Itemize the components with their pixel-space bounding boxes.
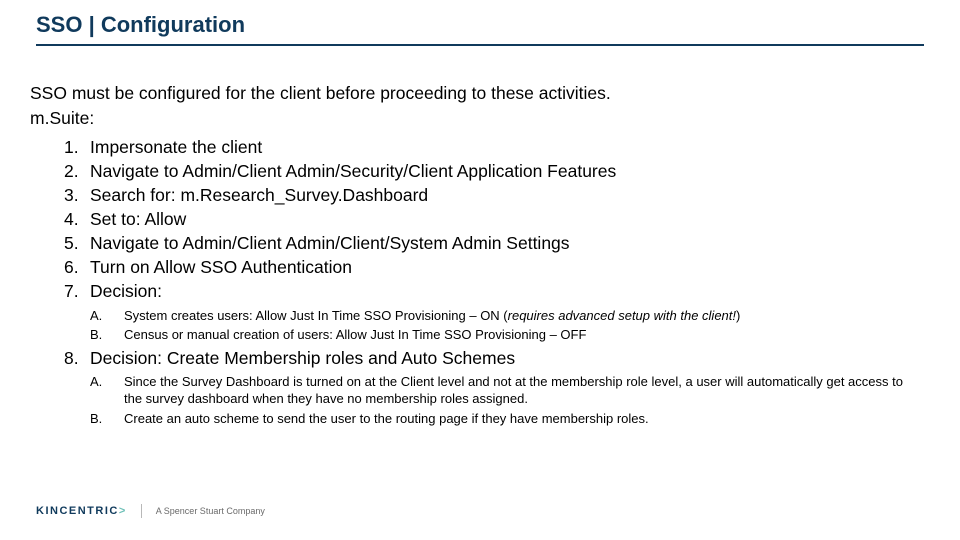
list-item: B. Census or manual creation of users: A… (30, 326, 930, 344)
brand-chevron-icon: > (119, 505, 127, 517)
list-item: A. Since the Survey Dashboard is turned … (30, 373, 930, 408)
footer: KINCENTRIC> A Spencer Stuart Company (36, 504, 265, 518)
sub-list-8: A. Since the Survey Dashboard is turned … (30, 373, 930, 428)
list-item: 7. Decision: (30, 279, 930, 303)
step-text: Search for: m.Research_Survey.Dashboard (90, 183, 930, 207)
substep-marker: B. (30, 410, 124, 428)
step-text: Navigate to Admin/Client Admin/Client/Sy… (90, 231, 930, 255)
step-number: 4. (30, 207, 90, 231)
substep-text: Since the Survey Dashboard is turned on … (124, 373, 930, 408)
step-number: 7. (30, 279, 90, 303)
sub-list-7: A. System creates users: Allow Just In T… (30, 307, 930, 344)
brand-logo: KINCENTRIC> (36, 505, 127, 517)
substep-text: System creates users: Allow Just In Time… (124, 307, 930, 325)
step-number: 5. (30, 231, 90, 255)
substep-em: requires advanced setup with the client! (508, 308, 736, 323)
substep-text: Create an auto scheme to send the user t… (124, 410, 930, 428)
list-item: 2. Navigate to Admin/Client Admin/Securi… (30, 159, 930, 183)
substep-marker: A. (30, 373, 124, 408)
list-item: A. System creates users: Allow Just In T… (30, 307, 930, 325)
brand-main: KINCENTRIC (36, 505, 119, 517)
substep-marker: B. (30, 326, 124, 344)
title-rule (36, 44, 924, 46)
substep-marker: A. (30, 307, 124, 325)
steps-list: 1. Impersonate the client 2. Navigate to… (30, 135, 930, 304)
step-text: Navigate to Admin/Client Admin/Security/… (90, 159, 930, 183)
substep-post: ) (736, 308, 740, 323)
substep-pre: Census or manual creation of users: Allo… (124, 327, 586, 342)
suite-label: m.Suite: (30, 108, 930, 129)
list-item: 6. Turn on Allow SSO Authentication (30, 255, 930, 279)
list-item: 8. Decision: Create Membership roles and… (30, 346, 930, 370)
list-item: 3. Search for: m.Research_Survey.Dashboa… (30, 183, 930, 207)
list-item: 4. Set to: Allow (30, 207, 930, 231)
footer-separator (141, 504, 142, 518)
slide: SSO | Configuration SSO must be configur… (0, 0, 960, 540)
footer-tagline: A Spencer Stuart Company (156, 506, 265, 516)
steps-list-8: 8. Decision: Create Membership roles and… (30, 346, 930, 370)
step-text: Turn on Allow SSO Authentication (90, 255, 930, 279)
step-text: Impersonate the client (90, 135, 930, 159)
list-item: 5. Navigate to Admin/Client Admin/Client… (30, 231, 930, 255)
list-item: 1. Impersonate the client (30, 135, 930, 159)
step-text: Decision: (90, 279, 930, 303)
page-title: SSO | Configuration (36, 12, 245, 38)
list-item: B. Create an auto scheme to send the use… (30, 410, 930, 428)
step-number: 6. (30, 255, 90, 279)
step-number: 8. (30, 346, 90, 370)
step-text: Decision: Create Membership roles and Au… (90, 346, 930, 370)
intro-text: SSO must be configured for the client be… (30, 82, 930, 106)
substep-pre: System creates users: Allow Just In Time… (124, 308, 508, 323)
step-number: 2. (30, 159, 90, 183)
body: SSO must be configured for the client be… (30, 82, 930, 429)
step-text: Set to: Allow (90, 207, 930, 231)
substep-text: Census or manual creation of users: Allo… (124, 326, 930, 344)
step-number: 1. (30, 135, 90, 159)
step-number: 3. (30, 183, 90, 207)
